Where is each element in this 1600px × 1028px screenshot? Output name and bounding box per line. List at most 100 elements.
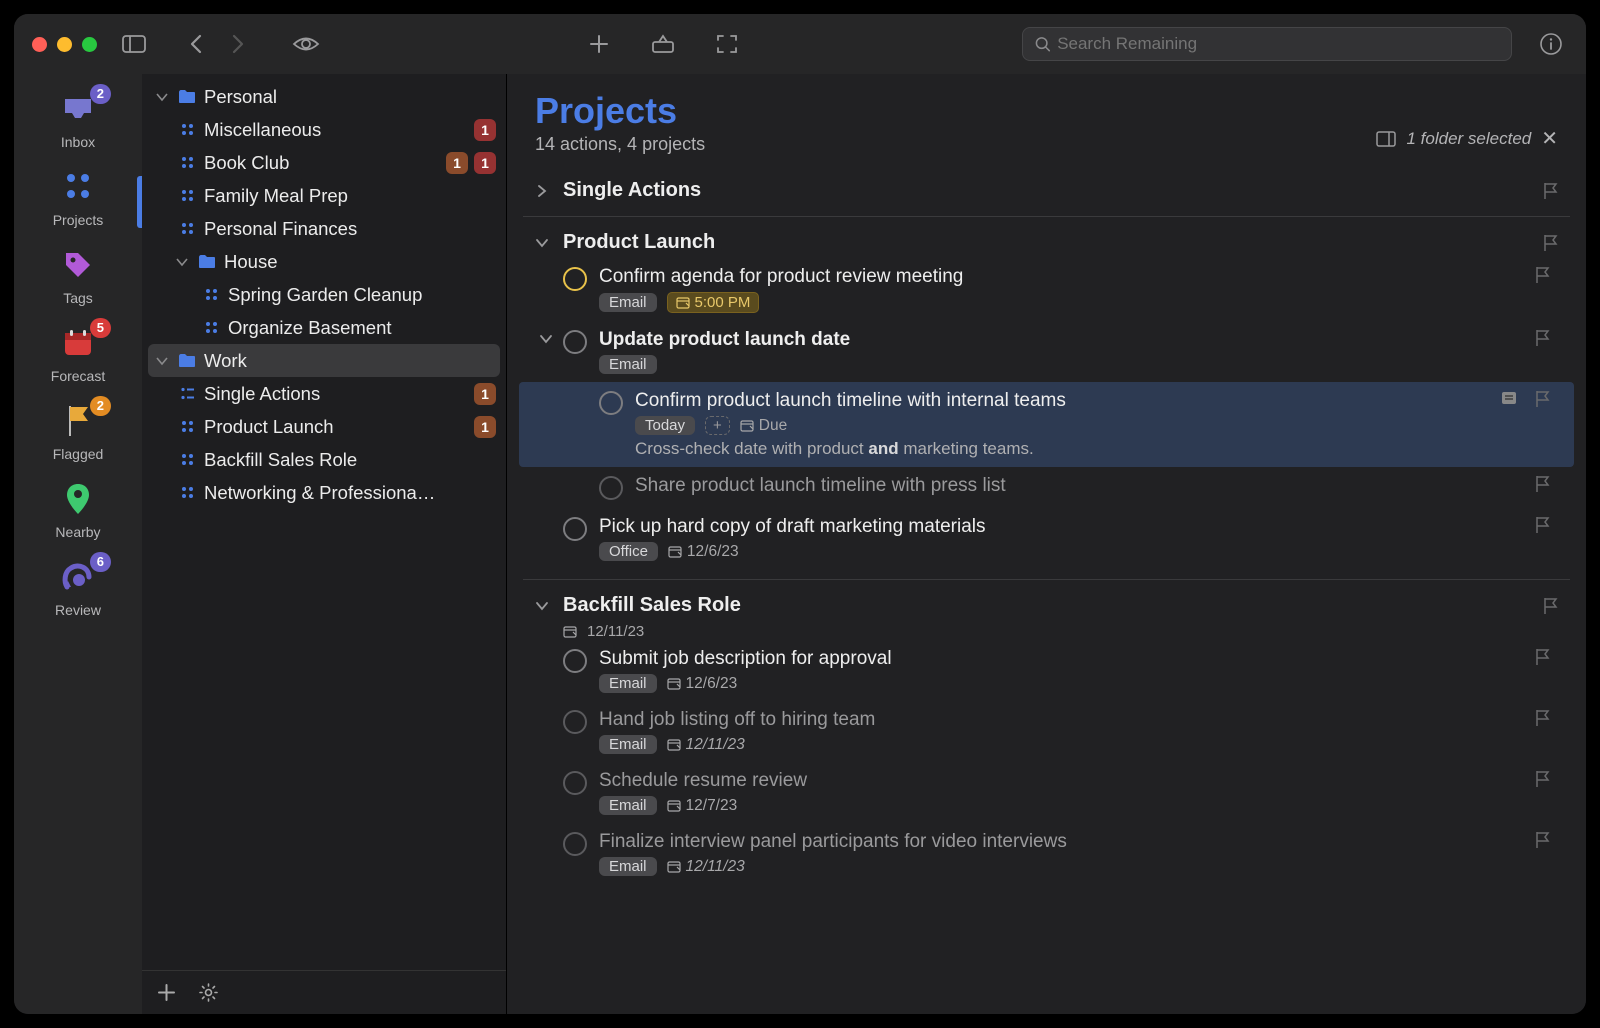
- count-badge: 1: [446, 152, 468, 174]
- project-organize-basement[interactable]: Organize Basement: [142, 311, 506, 344]
- focus-button[interactable]: [710, 27, 744, 61]
- forward-button[interactable]: [221, 27, 255, 61]
- back-button[interactable]: [179, 27, 213, 61]
- chevron-down-icon[interactable]: [535, 237, 553, 249]
- close-window-button[interactable]: [32, 37, 47, 52]
- task-row[interactable]: Confirm product launch timeline with int…: [519, 382, 1574, 467]
- task-title: Confirm product launch timeline with int…: [635, 390, 1488, 412]
- flag-icon[interactable]: [1534, 770, 1550, 788]
- tag[interactable]: Email: [599, 796, 657, 815]
- chevron-down-icon[interactable]: [539, 333, 553, 345]
- tag[interactable]: Office: [599, 542, 658, 561]
- project-miscellaneous[interactable]: Miscellaneous1: [142, 113, 506, 146]
- search-icon: [1035, 36, 1051, 53]
- perspective-flagged[interactable]: 2Flagged: [14, 402, 142, 462]
- perspective-nearby[interactable]: Nearby: [14, 480, 142, 540]
- tag[interactable]: Email: [599, 735, 657, 754]
- task-row[interactable]: Pick up hard copy of draft marketing mat…: [535, 508, 1558, 569]
- task-row[interactable]: Update product launch dateEmail: [535, 321, 1558, 382]
- quick-entry-button[interactable]: [646, 27, 680, 61]
- tag[interactable]: Email: [599, 857, 657, 876]
- add-button[interactable]: [158, 984, 175, 1001]
- task-row[interactable]: Confirm agenda for product review meetin…: [535, 258, 1558, 321]
- zoom-window-button[interactable]: [82, 37, 97, 52]
- status-circle[interactable]: [563, 267, 587, 291]
- chevron-down-icon[interactable]: [174, 257, 190, 267]
- chevron-down-icon[interactable]: [154, 356, 170, 366]
- flag-icon[interactable]: [1534, 475, 1550, 493]
- status-circle[interactable]: [599, 476, 623, 500]
- flag-icon[interactable]: [1534, 648, 1550, 666]
- section-header[interactable]: Backfill Sales Role: [535, 590, 1558, 621]
- chevron-down-icon[interactable]: [535, 600, 553, 612]
- task-row[interactable]: Submit job description for approvalEmail…: [535, 640, 1558, 701]
- task-row[interactable]: Finalize interview panel participants fo…: [535, 823, 1558, 884]
- task-row[interactable]: Hand job listing off to hiring teamEmail…: [535, 701, 1558, 762]
- note-icon[interactable]: [1500, 390, 1518, 406]
- chevron-down-icon[interactable]: [154, 92, 170, 102]
- status-circle[interactable]: [563, 832, 587, 856]
- perspective-tags[interactable]: Tags: [14, 246, 142, 306]
- perspective-label: Review: [55, 602, 101, 618]
- info-button[interactable]: [1534, 27, 1568, 61]
- new-item-button[interactable]: [582, 27, 616, 61]
- flag-icon[interactable]: [1542, 597, 1558, 615]
- flag-icon[interactable]: [1534, 390, 1550, 408]
- folder-work[interactable]: Work: [148, 344, 500, 377]
- flag-icon[interactable]: [1542, 182, 1558, 200]
- project-label: Backfill Sales Role: [204, 449, 488, 471]
- perspective-projects[interactable]: Projects: [14, 168, 142, 228]
- task-row[interactable]: Schedule resume reviewEmail12/7/23: [535, 762, 1558, 823]
- section-header[interactable]: Single Actions: [535, 175, 1558, 206]
- inbox-icon: 2: [59, 90, 97, 128]
- folder-house[interactable]: House: [142, 245, 506, 278]
- flag-icon[interactable]: [1534, 831, 1550, 849]
- date-label: 12/6/23: [668, 543, 739, 561]
- project-family-meal-prep[interactable]: Family Meal Prep: [142, 179, 506, 212]
- flag-icon[interactable]: [1534, 329, 1550, 347]
- projects-icon: [59, 168, 97, 206]
- search-field[interactable]: [1022, 27, 1512, 61]
- project-icon: [180, 419, 196, 434]
- project-personal-finances[interactable]: Personal Finances: [142, 212, 506, 245]
- folder-personal[interactable]: Personal: [142, 80, 506, 113]
- tag[interactable]: Email: [599, 355, 657, 374]
- flag-icon[interactable]: [1534, 516, 1550, 534]
- project-networking-professiona-[interactable]: Networking & Professiona…: [142, 476, 506, 509]
- forecast-icon: 5: [59, 324, 97, 362]
- chevron-right-icon[interactable]: [535, 185, 553, 197]
- toggle-sidebar-button[interactable]: [117, 27, 151, 61]
- flag-icon[interactable]: [1534, 266, 1550, 284]
- project-backfill-sales-role[interactable]: Backfill Sales Role: [142, 443, 506, 476]
- status-circle[interactable]: [599, 391, 623, 415]
- view-button[interactable]: [289, 27, 323, 61]
- status-circle[interactable]: [563, 649, 587, 673]
- task-row[interactable]: Share product launch timeline with press…: [535, 467, 1558, 508]
- status-circle[interactable]: [563, 710, 587, 734]
- tag[interactable]: Email: [599, 293, 657, 312]
- flag-icon[interactable]: [1542, 234, 1558, 252]
- settings-button[interactable]: [199, 983, 218, 1002]
- minimize-window-button[interactable]: [57, 37, 72, 52]
- section-title: Backfill Sales Role: [563, 594, 741, 617]
- tag-today[interactable]: Today: [635, 416, 695, 435]
- project-product-launch[interactable]: Product Launch1: [142, 410, 506, 443]
- perspective-forecast[interactable]: 5 Forecast: [14, 324, 142, 384]
- tag[interactable]: Email: [599, 674, 657, 693]
- perspective-inbox[interactable]: 2Inbox: [14, 90, 142, 150]
- count-badge: 1: [474, 152, 496, 174]
- flag-icon[interactable]: [1534, 709, 1550, 727]
- section-header[interactable]: Product Launch: [535, 227, 1558, 258]
- perspective-review[interactable]: 6Review: [14, 558, 142, 618]
- status-circle[interactable]: [563, 330, 587, 354]
- project-icon: [180, 485, 196, 500]
- add-tag-button[interactable]: +: [705, 416, 730, 435]
- search-input[interactable]: [1057, 34, 1499, 54]
- status-circle[interactable]: [563, 771, 587, 795]
- clear-selection-button[interactable]: ✕: [1541, 126, 1558, 151]
- status-circle[interactable]: [563, 517, 587, 541]
- perspective-label: Forecast: [51, 368, 105, 384]
- project-spring-garden-cleanup[interactable]: Spring Garden Cleanup: [142, 278, 506, 311]
- project-single-actions[interactable]: Single Actions1: [142, 377, 506, 410]
- project-book-club[interactable]: Book Club11: [142, 146, 506, 179]
